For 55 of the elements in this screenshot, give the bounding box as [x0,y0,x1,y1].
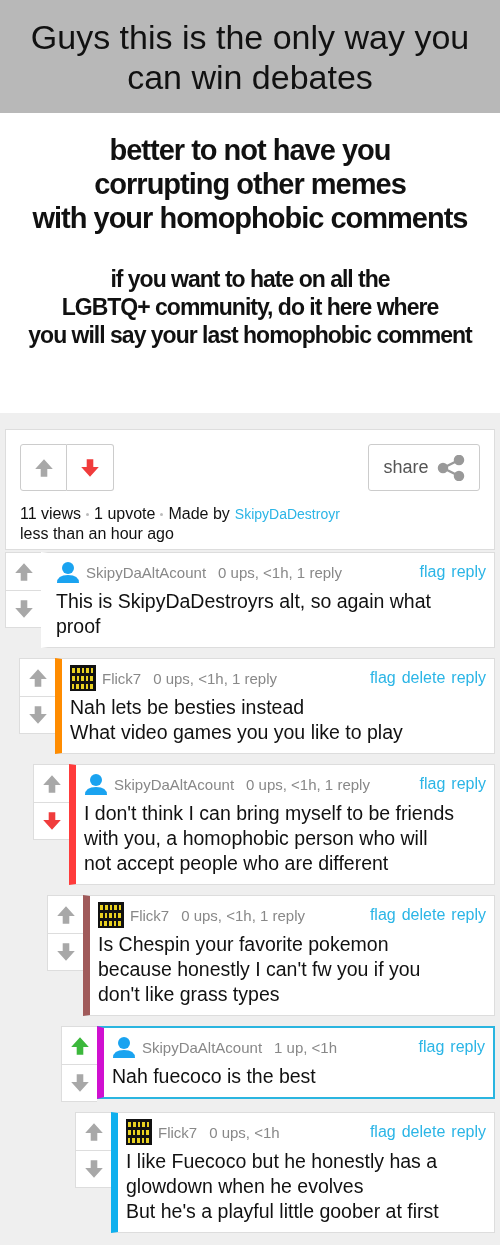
views-count: 11 views [20,505,82,523]
made-by-label: Made by [168,505,230,523]
comment-action-link[interactable]: flag [369,906,396,924]
comment-meta: 0 ups, <1h, 1 reply [218,563,342,581]
comment-text: This is SkipyDaDestroyrs alt, so again what proof [56,589,432,639]
pixel-avatar-icon [70,665,96,691]
comment-action-link[interactable]: flag [419,563,446,581]
username-link[interactable]: SkipyDaAltAcount [142,1038,263,1056]
comment-meta: 0 ups, <1h, 1 reply [153,669,277,687]
comment-meta: 0 ups, <1h, 1 reply [181,906,305,924]
comment-action-link[interactable]: flag [369,669,396,687]
username-link[interactable]: Flick7 [102,669,142,687]
comment-text: Nah lets be besties instead What video games you you like to play [70,695,404,745]
comment-meta: 1 up, <1h [274,1038,338,1056]
author-link[interactable]: SkipyDaDestroyr [234,506,340,522]
pixel-avatar-icon [98,902,124,928]
meme-text: corrupting other memes [93,167,407,201]
comment-action-link[interactable]: reply [451,563,486,581]
upvote-count: 1 upvote [94,505,156,523]
share-icon [436,454,465,481]
downvote-button[interactable] [67,444,114,491]
comment-action-link[interactable]: delete [401,906,446,924]
meme-text: with your homophobic comments [31,201,469,235]
comment-action-link[interactable]: delete [401,1123,446,1141]
comment-text: I like Fuecoco but he honestly has a glowdown when he evolves But he's a playful little goober at first [126,1149,440,1224]
caption-text: Guys this is the only way you can win debates [30,16,470,97]
comment-meta: 0 ups, <1h [209,1123,280,1141]
meme-text: LGBTQ+ community, do it here where [60,293,440,321]
username-link[interactable]: Flick7 [158,1123,198,1141]
user-avatar-icon [56,561,80,583]
post-time: less than an hour ago [20,525,175,543]
comment-text: Is Chespin your favorite pokemon because honestly I can't fw you if you don't like grass types [98,932,422,1007]
username-link[interactable]: Flick7 [130,906,170,924]
comment-action-link[interactable]: reply [451,906,486,924]
username-link[interactable]: SkipyDaAltAcount [114,775,235,793]
meme-text: better to not have you [108,133,392,167]
comment-action-link[interactable]: delete [401,669,446,687]
pixel-avatar-icon [126,1119,152,1145]
comment-action-link[interactable]: flag [369,1123,396,1141]
username-link[interactable]: SkipyDaAltAcount [86,563,207,581]
comment-text: Nah fuecoco is the best [112,1064,317,1089]
user-avatar-icon [84,773,108,795]
share-button[interactable]: share [368,444,480,491]
meme-text: you will say your last homophobic comment [27,321,474,349]
comment-action-link[interactable]: reply [451,775,486,793]
meme-text: if you want to hate on all the [109,265,391,293]
comment-action-link[interactable]: reply [451,669,486,687]
comment-action-link[interactable]: flag [419,775,446,793]
upvote-button[interactable] [20,444,67,491]
comment-action-link[interactable]: reply [451,1123,486,1141]
comment-action-link[interactable]: flag [418,1038,445,1056]
comment-meta: 0 ups, <1h, 1 reply [246,775,370,793]
comment-text: I don't think I can bring myself to be friends with you, a homophobic person who will not accept people who are different [84,801,456,876]
comment-action-link[interactable]: reply [450,1038,485,1056]
user-avatar-icon [112,1036,136,1058]
